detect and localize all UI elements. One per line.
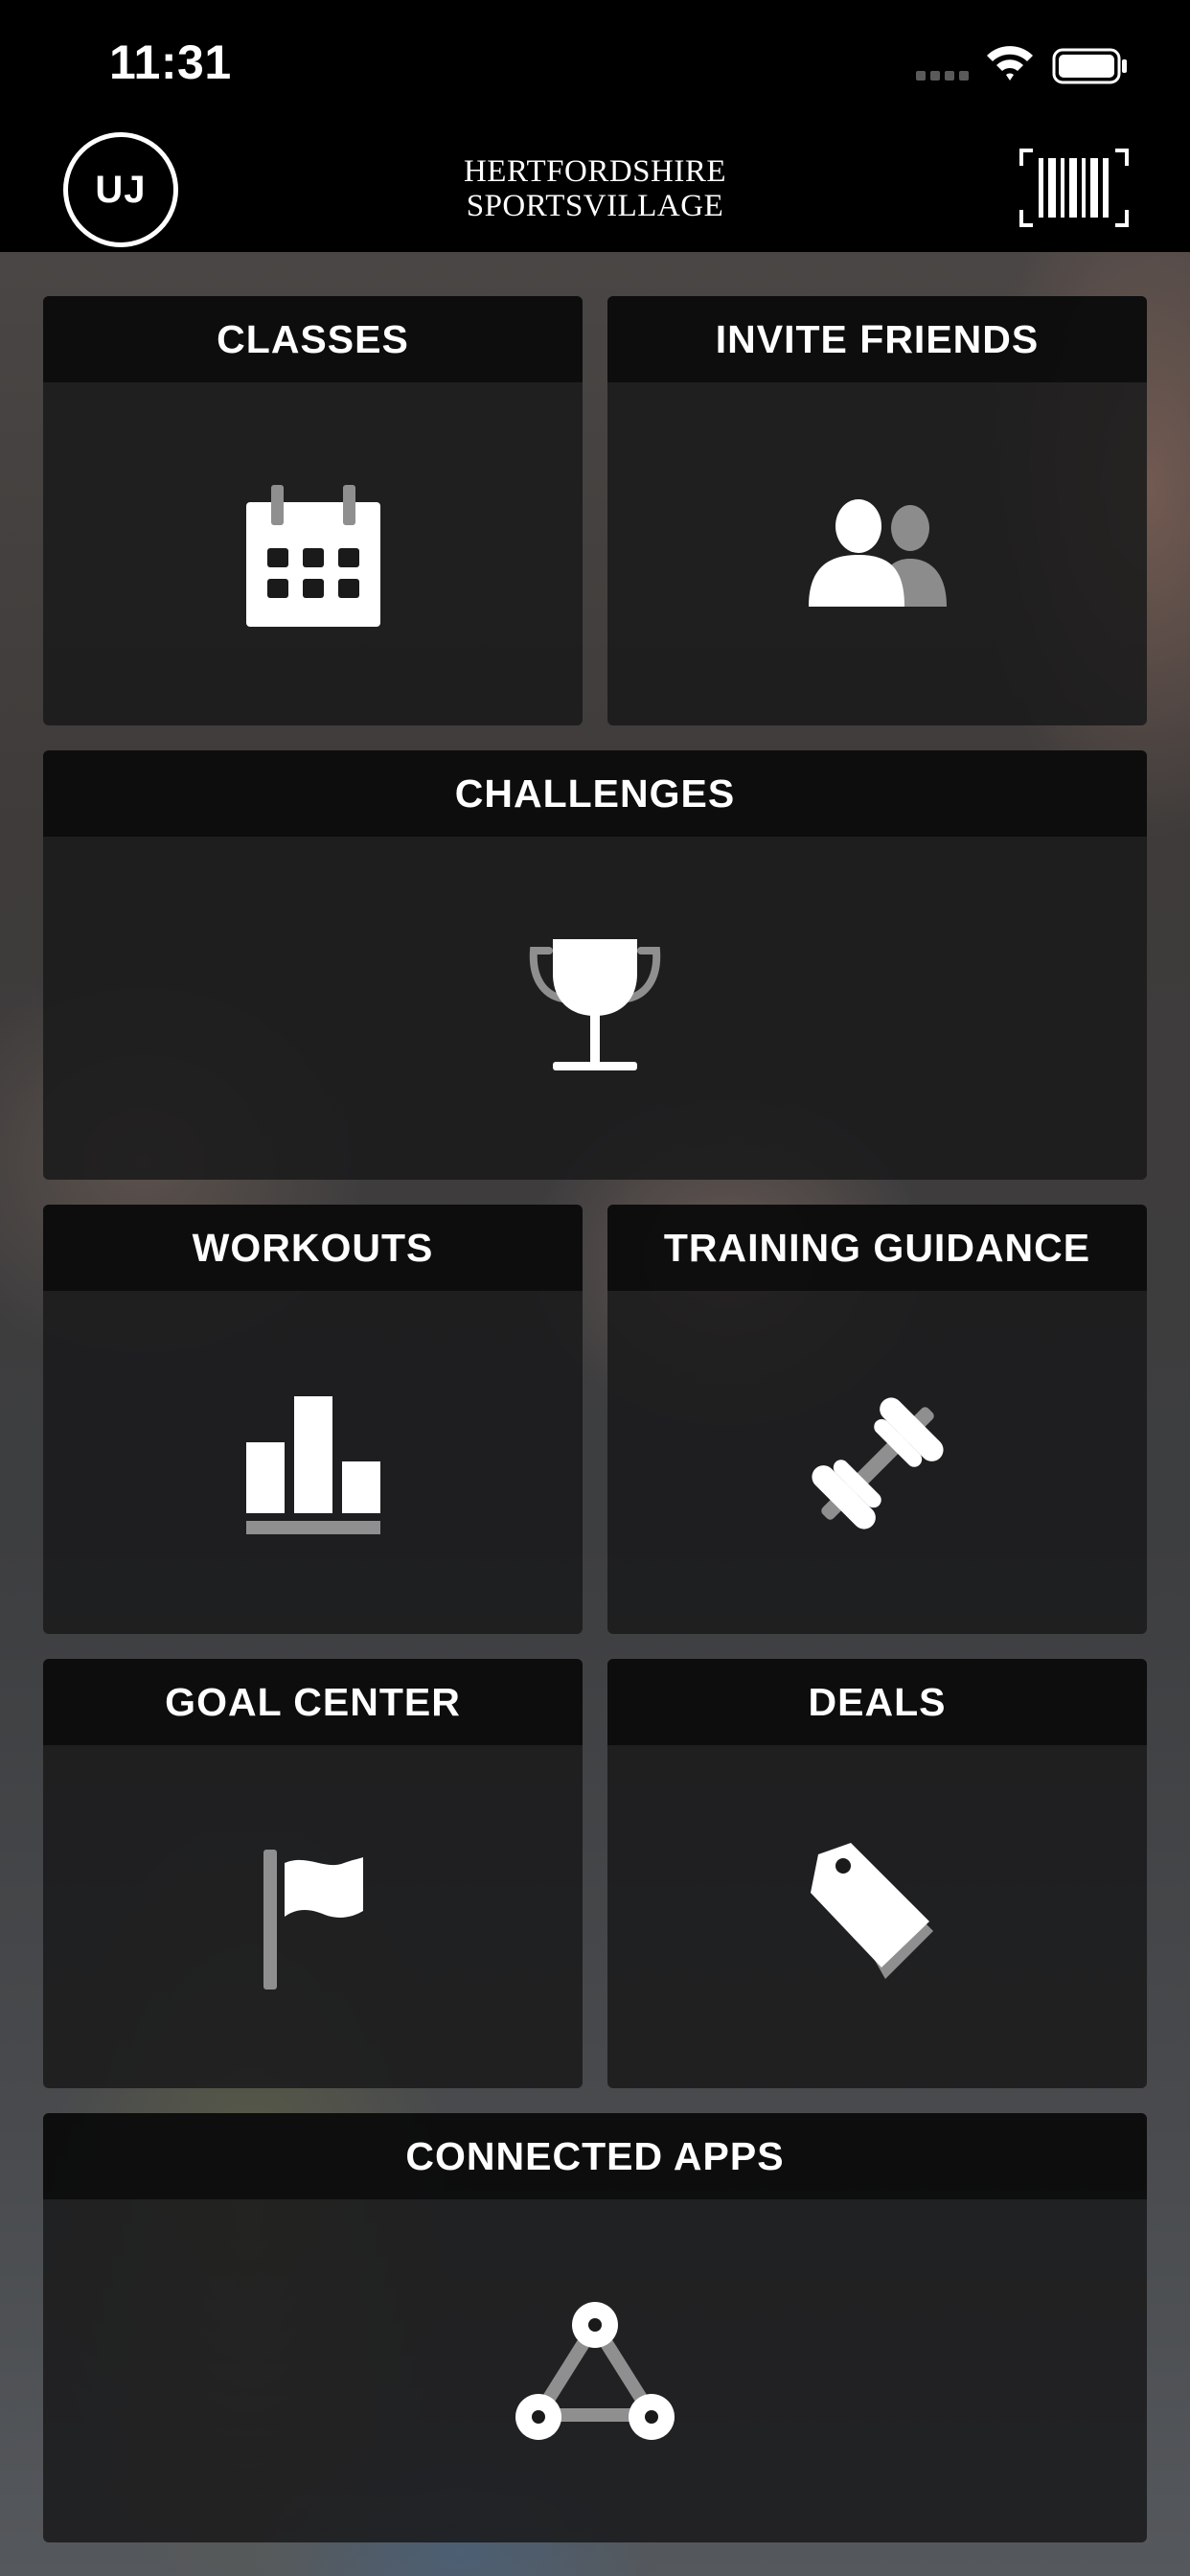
tile-title: CLASSES (43, 296, 583, 382)
wifi-icon (987, 46, 1033, 80)
status-bar: 11:31 (0, 0, 1190, 129)
tile-title: DEALS (607, 1659, 1147, 1745)
training-guidance-tile[interactable]: TRAINING GUIDANCE (607, 1205, 1147, 1634)
brand-line-2: SPORTSVILLAGE (466, 189, 724, 223)
friends-icon (808, 499, 947, 607)
dumbbell-icon (811, 1397, 944, 1530)
app-header: UJ HERTFORDSHIRE SPORTSVILLAGE (0, 129, 1190, 252)
challenges-tile[interactable]: CHALLENGES (43, 750, 1147, 1180)
brand-line-1: HERTFORDSHIRE (463, 154, 727, 189)
avatar-button[interactable]: UJ (63, 132, 178, 247)
trophy-icon (529, 939, 661, 1070)
barcode-icon[interactable] (1019, 149, 1129, 227)
tile-title: INVITE FRIENDS (607, 296, 1147, 382)
classes-tile[interactable]: CLASSES (43, 296, 583, 725)
tile-title: WORKOUTS (43, 1205, 583, 1291)
tile-title: CONNECTED APPS (43, 2113, 1147, 2199)
bar-chart-icon (245, 1396, 380, 1534)
battery-icon (1052, 48, 1127, 84)
workouts-tile[interactable]: WORKOUTS (43, 1205, 583, 1634)
tile-title: TRAINING GUIDANCE (607, 1205, 1147, 1291)
goal-center-tile[interactable]: GOAL CENTER (43, 1659, 583, 2088)
tile-title: CHALLENGES (43, 750, 1147, 837)
tile-title: GOAL CENTER (43, 1659, 583, 1745)
brand-logo: HERTFORDSHIRE SPORTSVILLAGE (403, 154, 787, 223)
cellular-signal-icon (916, 71, 969, 80)
connected-apps-tile[interactable]: CONNECTED APPS (43, 2113, 1147, 2542)
calendar-icon (245, 485, 380, 627)
menu-grid: CLASSES INVITE FRIENDS CHALLENGES WORKOU… (0, 252, 1190, 2576)
invite-friends-tile[interactable]: INVITE FRIENDS (607, 296, 1147, 725)
flag-icon (263, 1850, 363, 1990)
deals-tile[interactable]: DEALS (607, 1659, 1147, 2088)
tag-icon (810, 1843, 933, 1979)
connected-nodes-icon (515, 2302, 675, 2440)
status-time: 11:31 (109, 35, 232, 89)
screen: 11:31 UJ HERTFORDSHIRE SPORTSVILLAGE CLA… (0, 0, 1190, 2576)
